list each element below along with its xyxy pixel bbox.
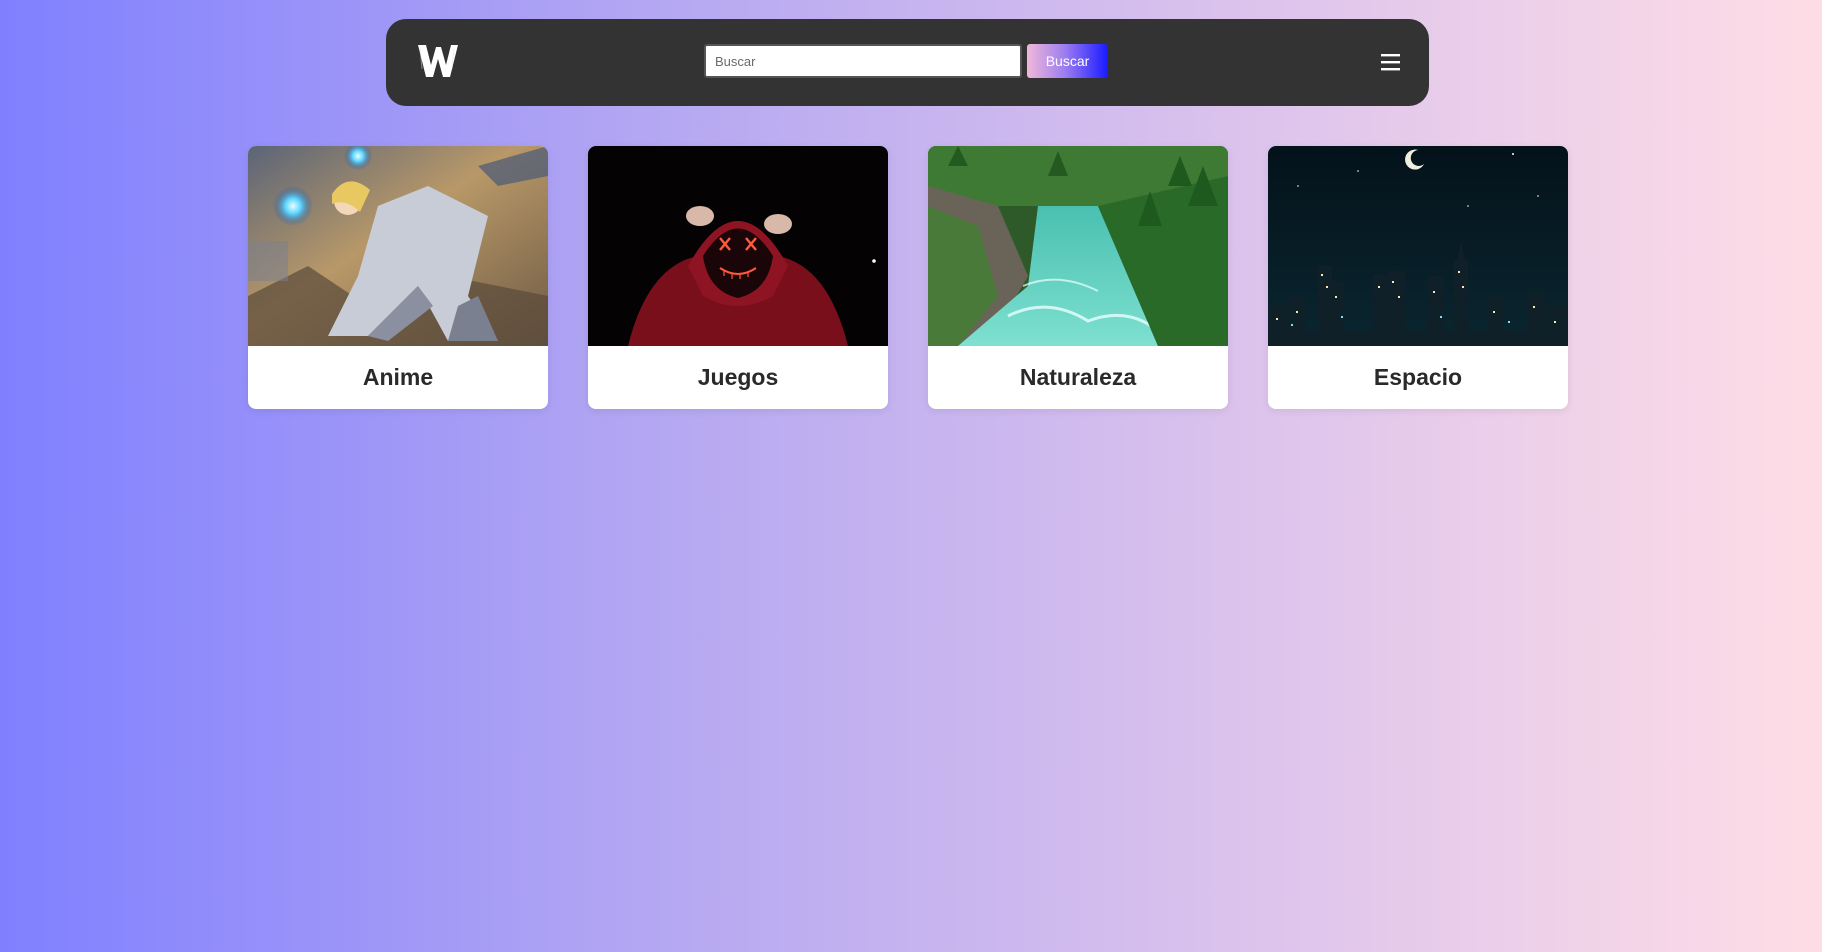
top-bar: Buscar (386, 19, 1429, 106)
hamburger-menu-icon (1381, 54, 1400, 71)
category-card-naturaleza[interactable]: Naturaleza (928, 146, 1228, 409)
w-logo-icon[interactable] (416, 39, 460, 83)
category-title: Espacio (1373, 364, 1463, 390)
category-card-anime[interactable]: Anime (248, 146, 548, 409)
category-card-juegos[interactable]: Juegos (588, 146, 888, 409)
category-title: Juegos (697, 364, 779, 390)
category-card-espacio[interactable]: Espacio (1268, 146, 1568, 409)
search-input[interactable] (704, 44, 1022, 78)
anime-warrior-image (248, 146, 548, 346)
neon-mask-hoodie-image (588, 146, 888, 346)
category-title: Naturaleza (1019, 364, 1137, 390)
night-city-skyline-image (1268, 146, 1568, 346)
category-title: Anime (362, 364, 434, 390)
search-form: Buscar (704, 44, 1108, 78)
forest-river-image (928, 146, 1228, 346)
menu-button[interactable] (1378, 50, 1404, 74)
search-button[interactable]: Buscar (1027, 44, 1108, 78)
category-grid: Anime Juegos Naturaleza Espacio (248, 146, 1568, 409)
